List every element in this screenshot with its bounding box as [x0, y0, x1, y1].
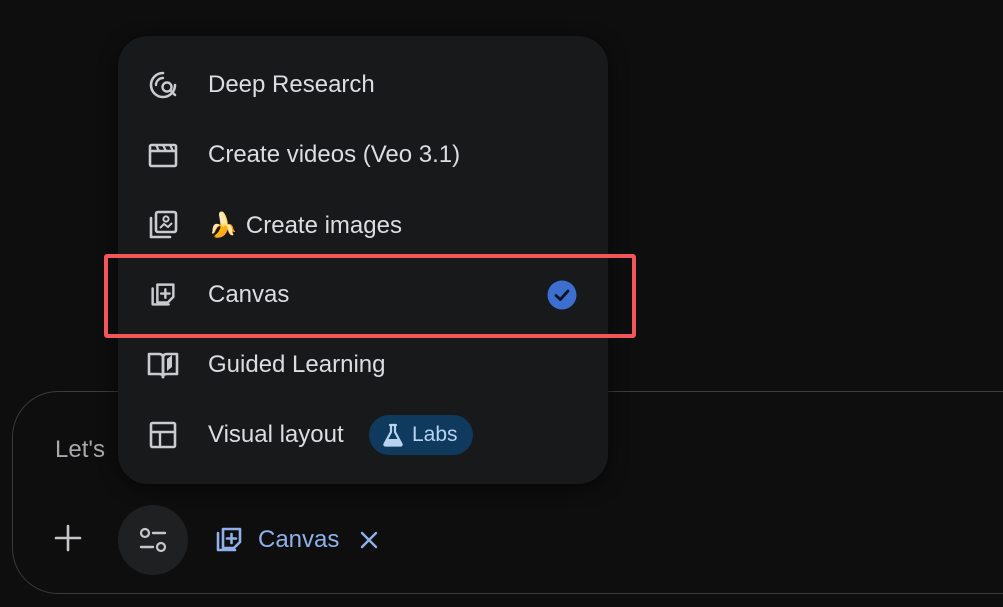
- add-button[interactable]: [48, 518, 88, 558]
- menu-item-label: Deep Research: [208, 71, 375, 98]
- check-icon: [547, 280, 577, 310]
- active-tool-chip-label: Canvas: [258, 526, 340, 553]
- flask-icon: [383, 423, 403, 447]
- menu-item-visual-layout[interactable]: Visual layout Labs: [118, 400, 608, 470]
- canvas-icon: [146, 278, 180, 312]
- plus-icon: [54, 524, 82, 552]
- video-icon: [146, 138, 180, 172]
- banana-emoji: 🍌: [208, 211, 238, 239]
- menu-item-label: Guided Learning: [208, 351, 386, 378]
- tools-menu: Deep Research Create videos (Veo 3.1) 🍌 …: [118, 36, 608, 484]
- menu-item-create-videos[interactable]: Create videos (Veo 3.1): [118, 120, 608, 190]
- menu-item-create-images[interactable]: 🍌 Create images: [118, 190, 608, 260]
- active-tool-chip[interactable]: Canvas: [212, 518, 379, 562]
- menu-item-label: 🍌 Create images: [208, 211, 402, 240]
- menu-item-label-text: Create images: [245, 211, 402, 239]
- menu-item-label: Create videos (Veo 3.1): [208, 141, 461, 168]
- menu-item-label: Visual layout: [208, 421, 344, 448]
- tune-icon: [139, 527, 167, 553]
- tools-button[interactable]: [118, 505, 188, 575]
- canvas-icon: [216, 527, 242, 552]
- close-icon: [361, 531, 378, 549]
- app-stage: Let's Canvas Deep Research Create videos…: [0, 0, 1003, 607]
- menu-item-label: Canvas: [208, 281, 290, 308]
- remove-chip-button[interactable]: [359, 530, 379, 550]
- deep-research-icon: [146, 68, 180, 102]
- prompt-input-text[interactable]: Let's: [55, 436, 105, 464]
- image-icon: [146, 208, 180, 242]
- book-icon: [146, 348, 180, 382]
- menu-item-deep-research[interactable]: Deep Research: [118, 50, 608, 120]
- layout-icon: [146, 418, 180, 452]
- labs-badge: Labs: [369, 415, 473, 455]
- menu-item-guided-learning[interactable]: Guided Learning: [118, 330, 608, 400]
- labs-badge-label: Labs: [412, 423, 458, 446]
- menu-item-canvas[interactable]: Canvas: [118, 260, 608, 330]
